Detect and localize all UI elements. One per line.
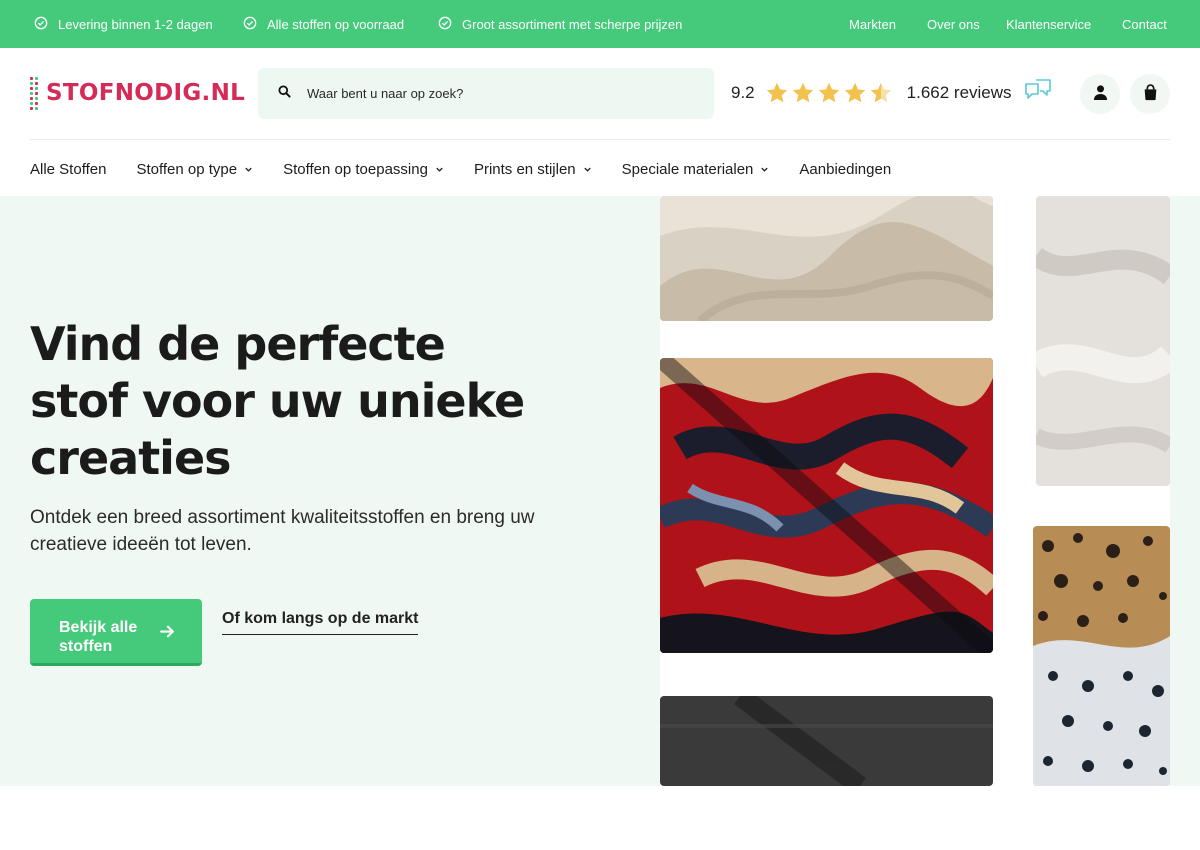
arrow-right-icon	[160, 625, 174, 638]
chevron-down-icon	[583, 167, 591, 172]
toplink-contact[interactable]: Contact	[1122, 0, 1167, 48]
toplink-markten[interactable]: Markten	[849, 0, 896, 48]
star-icon	[818, 82, 839, 103]
logo-text: STOFNODIG.NL	[46, 80, 246, 106]
check-circle-icon	[34, 16, 48, 33]
fabric-image-red-print	[660, 358, 993, 653]
site-logo[interactable]: STOFNODIG.NL	[30, 74, 245, 112]
nav-item-label: Prints en stijlen	[473, 160, 576, 178]
fabric-image-dark-grey	[660, 696, 993, 786]
account-button[interactable]	[1080, 74, 1120, 114]
toplink-over-ons[interactable]: Over ons	[927, 0, 980, 48]
nav-item-stoffen-op-toepassing[interactable]: Stoffen op toepassing	[283, 161, 444, 178]
header-divider	[30, 139, 1170, 140]
check-circle-icon	[243, 16, 257, 33]
fabric-image-white-fur	[1036, 196, 1170, 486]
rating-reviews-count: 1.662 reviews	[906, 83, 1012, 102]
nav-item-label: Aanbiedingen	[799, 160, 892, 178]
search-input[interactable]	[307, 86, 667, 101]
chevron-down-icon	[245, 167, 252, 172]
nav-item-speciale-materialen[interactable]: Speciale materialen	[622, 161, 770, 178]
toplink-klantenservice[interactable]: Klantenservice	[1006, 0, 1091, 48]
top-bar: Levering binnen 1-2 dagen Alle stoffen o…	[0, 0, 1200, 48]
usp-delivery: Levering binnen 1-2 dagen	[34, 0, 213, 48]
view-all-fabrics-button[interactable]: Bekijk alle stoffen	[30, 599, 202, 666]
hero-subtitle: Ontdek een breed assortiment kwaliteitss…	[30, 507, 535, 555]
rating-score: 9.2	[731, 83, 755, 102]
chevron-down-icon	[436, 167, 443, 172]
logo-dots-mark	[30, 76, 38, 110]
market-link[interactable]: Of kom langs op de markt	[222, 610, 419, 635]
star-half-icon	[870, 82, 891, 103]
usp-text: Groot assortiment met scherpe prijzen	[462, 16, 683, 32]
usp-text: Alle stoffen op voorraad	[267, 16, 405, 32]
star-icon	[766, 82, 787, 103]
nav-item-alle-stoffen[interactable]: Alle Stoffen	[30, 161, 106, 178]
cart-button[interactable]	[1130, 74, 1170, 114]
review-bubbles-icon	[1024, 78, 1052, 109]
review-rating[interactable]: 9.2 1.662 reviews	[731, 76, 1052, 110]
fabric-image-leopard-print	[1033, 526, 1170, 786]
usp-assortment: Groot assortiment met scherpe prijzen	[438, 0, 682, 48]
nav-item-label: Speciale materialen	[621, 160, 754, 178]
search-icon	[278, 84, 291, 103]
chevron-down-icon	[761, 167, 769, 172]
check-circle-icon	[438, 16, 452, 33]
star-icon	[792, 82, 813, 103]
hero-section: Vind de perfecte stof voor uw unieke cre…	[0, 196, 1200, 786]
star-icon	[844, 82, 865, 103]
shopping-bag-icon	[1142, 84, 1159, 104]
nav-item-label: Alle Stoffen	[30, 160, 107, 178]
cta-label: Bekijk alle stoffen	[59, 619, 138, 655]
user-icon	[1092, 84, 1109, 104]
hero-title: Vind de perfecte stof voor uw unieke cre…	[30, 317, 525, 485]
usp-stock: Alle stoffen op voorraad	[243, 0, 404, 48]
fabric-image-cream-fur	[660, 196, 993, 321]
nav-item-aanbiedingen[interactable]: Aanbiedingen	[799, 161, 891, 178]
nav-item-label: Stoffen op toepassing	[283, 160, 428, 178]
rating-stars	[765, 81, 893, 105]
search-bar[interactable]	[258, 68, 714, 119]
nav-item-prints-en-stijlen[interactable]: Prints en stijlen	[474, 161, 592, 178]
nav-item-stoffen-op-type[interactable]: Stoffen op type	[136, 161, 253, 178]
usp-text: Levering binnen 1-2 dagen	[58, 16, 213, 32]
nav-item-label: Stoffen op type	[136, 160, 238, 178]
main-nav: Alle Stoffen Stoffen op type Stoffen op …	[30, 152, 921, 186]
